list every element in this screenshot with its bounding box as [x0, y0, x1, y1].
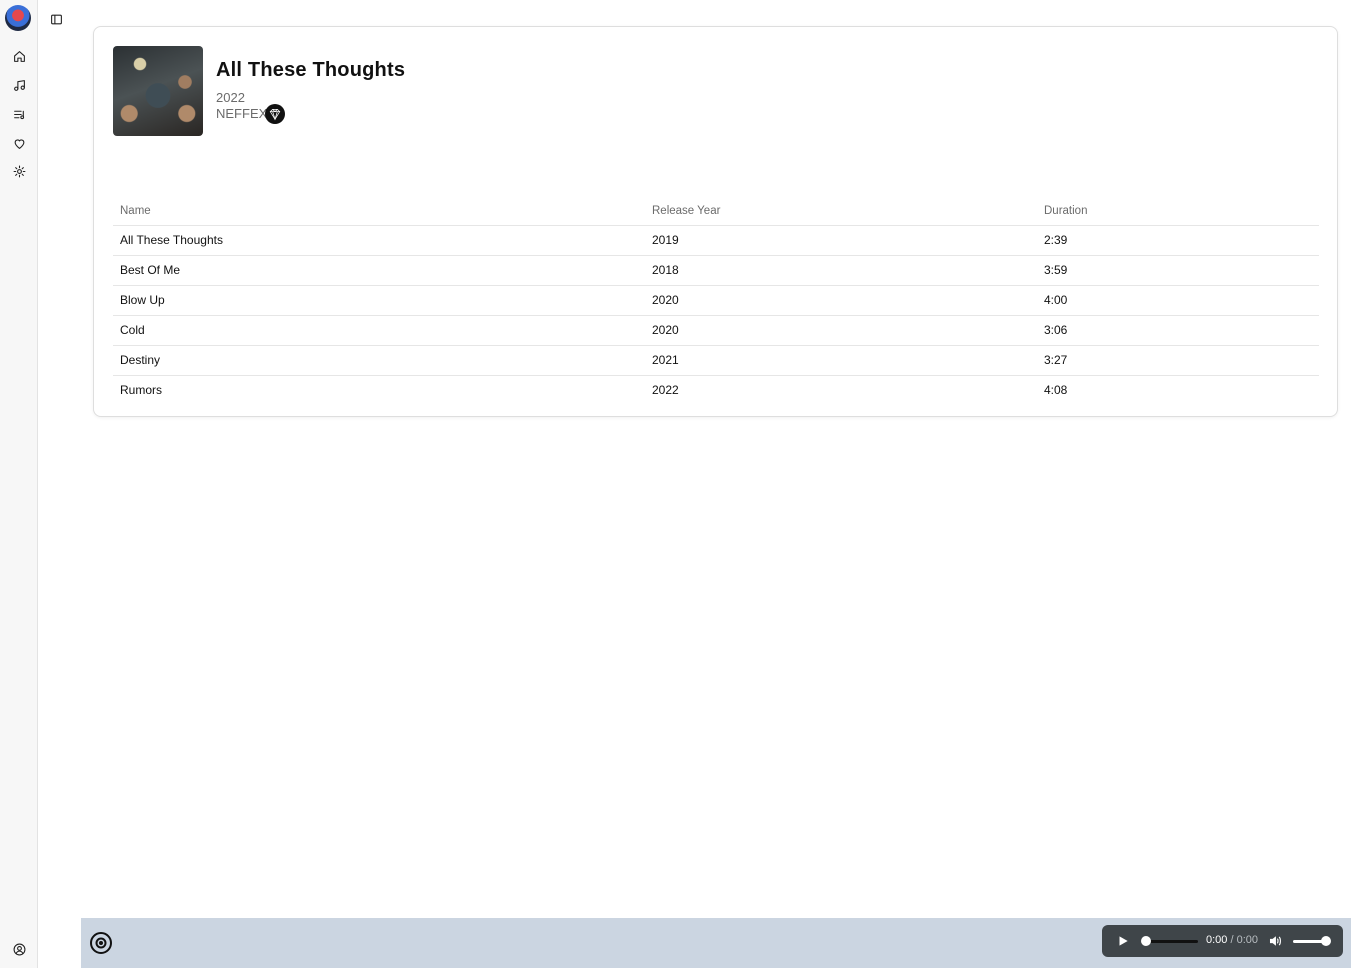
playlist-icon[interactable] — [10, 105, 28, 123]
track-name: Destiny — [113, 345, 645, 376]
play-icon[interactable] — [1116, 934, 1130, 948]
column-header-name[interactable]: Name — [113, 198, 645, 226]
seek-handle[interactable] — [1141, 936, 1151, 946]
track-year: 2021 — [645, 345, 1037, 376]
album-artist[interactable]: NEFFEX — [216, 106, 267, 121]
app-logo[interactable] — [5, 5, 31, 31]
player-bar: 0:00 / 0:00 — [81, 918, 1351, 968]
track-duration: 2:39 — [1037, 225, 1319, 256]
home-icon[interactable] — [10, 47, 28, 65]
album-cover — [113, 46, 203, 136]
table-header-row: Name Release Year Duration — [113, 198, 1319, 226]
track-name: All These Thoughts — [113, 225, 645, 256]
table-row[interactable]: Destiny 2021 3:27 — [113, 345, 1319, 376]
music-note-icon[interactable] — [10, 76, 28, 94]
album-year: 2022 — [216, 90, 245, 105]
album-title: All These Thoughts — [216, 59, 406, 81]
volume-icon[interactable] — [1268, 934, 1282, 948]
table-row[interactable]: Rumors 2022 4:08 — [113, 375, 1319, 405]
track-duration: 4:08 — [1044, 383, 1068, 398]
track-name: Rumors — [120, 383, 163, 398]
volume-handle[interactable] — [1321, 936, 1331, 946]
table-row[interactable]: Cold 2020 3:06 — [113, 315, 1319, 346]
gear-icon[interactable] — [10, 162, 28, 180]
track-year: 2019 — [645, 225, 1037, 256]
current-time: 0:00 — [1206, 934, 1228, 946]
track-duration: 3:06 — [1037, 315, 1319, 346]
time-display: 0:00 / 0:00 — [1206, 934, 1258, 946]
total-duration: 0:00 — [1236, 934, 1259, 946]
time-separator: / — [1230, 934, 1234, 946]
table-row[interactable]: Best Of Me 2018 3:59 — [113, 255, 1319, 286]
tracks-table: Name Release Year Duration All These Tho… — [113, 198, 1319, 405]
track-year: 2018 — [645, 255, 1037, 286]
track-duration: 3:59 — [1037, 255, 1319, 286]
column-header-release-year[interactable]: Release Year — [645, 198, 1037, 226]
column-header-duration[interactable]: Duration — [1037, 198, 1319, 226]
audio-player: 0:00 / 0:00 — [1102, 925, 1343, 957]
track-year: 2022 — [652, 383, 679, 398]
sidebar — [0, 0, 38, 968]
track-year: 2020 — [645, 315, 1037, 346]
heart-icon[interactable] — [10, 134, 28, 152]
disc-icon[interactable] — [89, 931, 113, 955]
track-name: Blow Up — [113, 285, 645, 316]
artist-avatar-icon[interactable] — [265, 104, 285, 124]
track-name: Best Of Me — [113, 255, 645, 286]
sidebar-toggle-icon[interactable] — [48, 11, 64, 27]
user-circle-icon[interactable] — [10, 940, 28, 958]
track-duration: 3:27 — [1037, 345, 1319, 376]
track-year: 2020 — [645, 285, 1037, 316]
seek-slider[interactable] — [1143, 940, 1198, 943]
table-row[interactable]: Blow Up 2020 4:00 — [113, 285, 1319, 316]
track-duration: 4:00 — [1037, 285, 1319, 316]
table-row[interactable]: All These Thoughts 2019 2:39 — [113, 225, 1319, 256]
album-card: All These Thoughts 2022 NEFFEX Name Rele… — [93, 26, 1338, 417]
track-name: Cold — [113, 315, 645, 346]
